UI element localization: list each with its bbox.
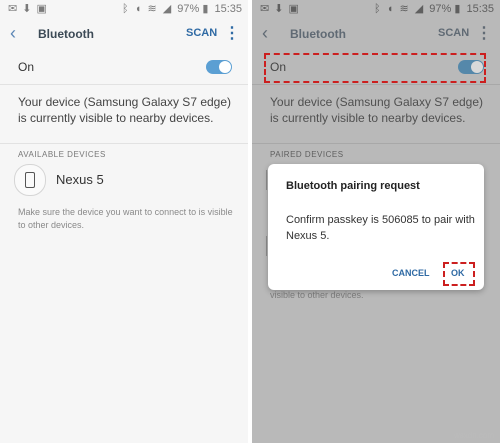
battery-icon: ▮ bbox=[454, 3, 461, 15]
status-right: ᛒ ◖ ≋ ◢ 97% ▮ 15:35 bbox=[374, 2, 494, 15]
scan-button[interactable]: SCAN bbox=[438, 27, 469, 39]
more-options-icon[interactable]: ⋮ bbox=[224, 23, 240, 43]
visibility-hint: visible to other devices. bbox=[270, 290, 364, 300]
available-devices-header: AVAILABLE DEVICES bbox=[18, 150, 106, 159]
toggle-label: On bbox=[18, 60, 35, 74]
device-row[interactable]: Nexus 5 bbox=[14, 162, 244, 198]
device-icon-circle bbox=[14, 164, 46, 196]
battery-percent: 97% bbox=[177, 3, 200, 15]
signal-icon: ◢ bbox=[414, 3, 424, 15]
wifi-icon: ≋ bbox=[399, 3, 409, 15]
page-title: Bluetooth bbox=[290, 27, 346, 41]
highlight-ok-button bbox=[443, 262, 475, 286]
divider bbox=[252, 84, 500, 85]
bluetooth-status-icon: ᛒ bbox=[374, 3, 381, 15]
toggle-knob bbox=[219, 61, 231, 73]
mute-icon: ◖ bbox=[386, 3, 394, 15]
back-arrow-icon[interactable]: ‹ bbox=[10, 23, 16, 44]
app-bar: ‹ Bluetooth SCAN ⋮ bbox=[252, 18, 500, 50]
dialog-message: Confirm passkey is 506085 to pair with N… bbox=[286, 214, 475, 242]
scan-button[interactable]: SCAN bbox=[186, 27, 217, 39]
visibility-message: Your device (Samsung Galaxy S7 edge) is … bbox=[270, 95, 484, 125]
divider bbox=[0, 84, 248, 85]
dialog-title: Bluetooth pairing request bbox=[286, 180, 420, 192]
battery-icon: ▮ bbox=[202, 3, 209, 15]
clock: 15:35 bbox=[214, 3, 242, 15]
battery-percent: 97% bbox=[429, 3, 452, 15]
clock: 15:35 bbox=[466, 3, 494, 15]
notification-icons: ✉ ⬇ ▣ bbox=[8, 3, 48, 15]
status-right: ᛒ ◖ ≋ ◢ 97% ▮ 15:35 bbox=[122, 2, 242, 15]
device-name: Nexus 5 bbox=[56, 172, 104, 187]
divider bbox=[0, 143, 248, 144]
app-bar: ‹ Bluetooth SCAN ⋮ bbox=[0, 18, 248, 50]
back-arrow-icon[interactable]: ‹ bbox=[262, 23, 268, 44]
phone-icon bbox=[25, 172, 35, 188]
highlight-toggle-row bbox=[264, 53, 486, 83]
visibility-message: Your device (Samsung Galaxy S7 edge) is … bbox=[18, 95, 232, 125]
cancel-button[interactable]: CANCEL bbox=[392, 268, 430, 278]
status-bar: ✉ ⬇ ▣ ᛒ ◖ ≋ ◢ 97% ▮ 15:35 bbox=[0, 0, 248, 18]
watermark: wsxdn.com bbox=[454, 431, 495, 440]
paired-devices-header: PAIRED DEVICES bbox=[270, 150, 344, 159]
mute-icon: ◖ bbox=[134, 3, 142, 15]
divider bbox=[252, 143, 500, 144]
status-bar: ✉ ⬇ ▣ ᛒ ◖ ≋ ◢ 97% ▮ 15:35 bbox=[252, 0, 500, 18]
visibility-hint: Make sure the device you want to connect… bbox=[18, 207, 233, 230]
more-options-icon[interactable]: ⋮ bbox=[476, 23, 492, 43]
bluetooth-toggle[interactable] bbox=[206, 60, 232, 74]
signal-icon: ◢ bbox=[162, 3, 172, 15]
bluetooth-toggle-row[interactable]: On bbox=[0, 52, 248, 82]
bluetooth-status-icon: ᛒ bbox=[122, 3, 129, 15]
notification-icons: ✉ ⬇ ▣ bbox=[260, 3, 300, 15]
wifi-icon: ≋ bbox=[147, 3, 157, 15]
page-title: Bluetooth bbox=[38, 27, 94, 41]
left-screen: ✉ ⬇ ▣ ᛒ ◖ ≋ ◢ 97% ▮ 15:35 ‹ Bluetooth SC… bbox=[0, 0, 248, 443]
